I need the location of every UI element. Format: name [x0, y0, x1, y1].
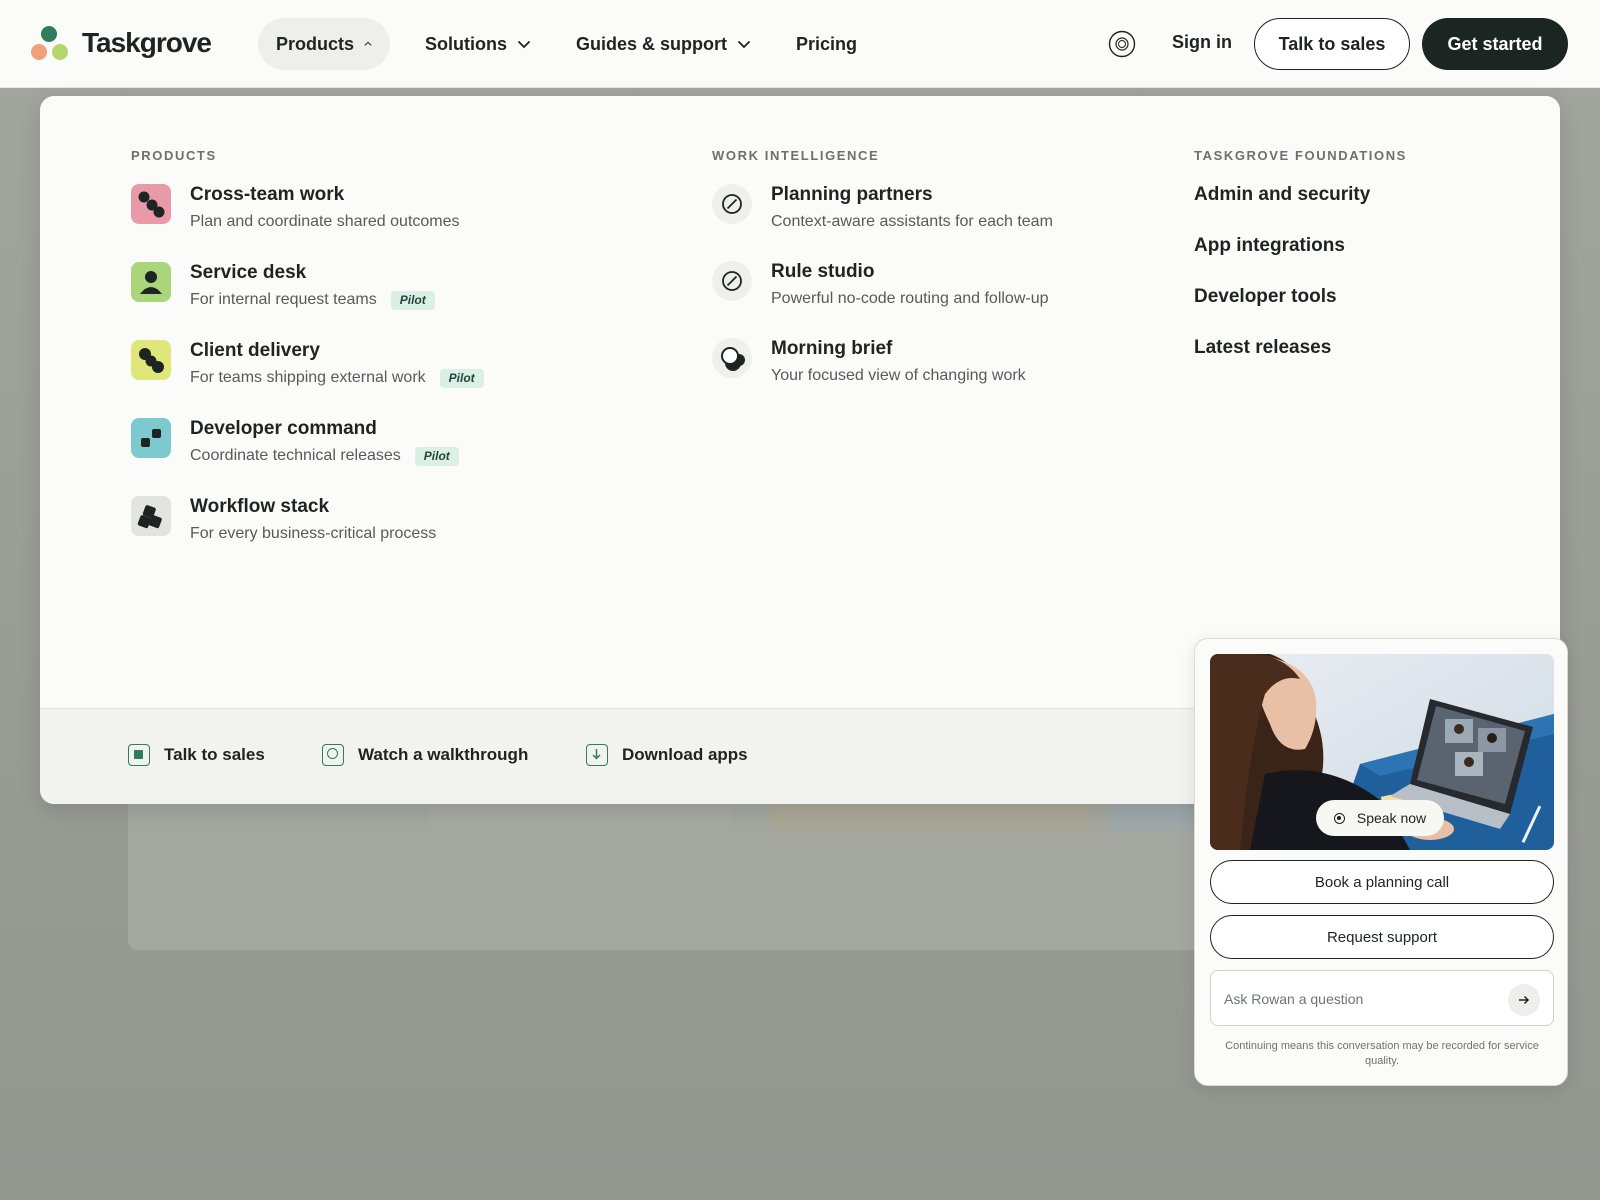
- chevron-down-icon: [738, 41, 750, 49]
- link-latest-releases[interactable]: Latest releases: [1194, 337, 1331, 359]
- product-title: Cross-team work: [190, 184, 345, 205]
- person-icon: [131, 262, 171, 302]
- ask-question-input[interactable]: [1224, 987, 1494, 1011]
- intel-desc: Context-aware assistants for each team: [771, 213, 1053, 230]
- recording-disclaimer: Continuing means this conversation may b…: [1225, 1040, 1539, 1067]
- nav-pricing[interactable]: Pricing: [778, 18, 875, 70]
- cross-team-icon: [131, 184, 171, 224]
- assistant-chat-widget: Speak now Book a planning call Request s…: [1194, 638, 1568, 1086]
- intel-title: Planning partners: [771, 184, 933, 205]
- arrow-right-icon: [1519, 995, 1530, 1005]
- get-started-button[interactable]: Get started: [1422, 18, 1568, 70]
- sign-in-link[interactable]: Sign in: [1172, 32, 1232, 53]
- intel-desc: Your focused view of changing work: [771, 367, 1026, 384]
- globe-icon[interactable]: [1108, 30, 1136, 58]
- intel-morning-brief[interactable]: Morning brief Your focused view of chang…: [712, 338, 1026, 386]
- footer-link-label: Talk to sales: [164, 745, 265, 764]
- nav-guides-label: Guides & support: [576, 33, 728, 54]
- intel-title: Rule studio: [771, 261, 875, 282]
- brand-logo[interactable]: Taskgrove: [30, 24, 212, 62]
- product-title: Service desk: [190, 262, 307, 283]
- product-workflow-stack[interactable]: Workflow stack For every business-critic…: [131, 496, 436, 544]
- stack-icon: [131, 496, 171, 536]
- nav-solutions-label: Solutions: [425, 33, 507, 54]
- footer-watch-walkthrough[interactable]: Watch a walkthrough: [322, 744, 528, 766]
- record-icon: [1333, 812, 1345, 824]
- speak-now-label: Speak now: [1356, 810, 1427, 826]
- footer-talk-to-sales[interactable]: Talk to sales: [128, 744, 265, 766]
- chat-input-box: [1210, 970, 1554, 1026]
- talk-to-sales-button[interactable]: Talk to sales: [1254, 18, 1410, 70]
- logo-mark-icon: [30, 24, 72, 62]
- link-admin-security[interactable]: Admin and security: [1194, 184, 1370, 206]
- product-desc: Plan and coordinate shared outcomes: [190, 213, 460, 230]
- footer-download-apps[interactable]: Download apps: [586, 744, 748, 766]
- book-planning-call-button[interactable]: Book a planning call: [1210, 860, 1554, 904]
- footer-link-label: Download apps: [622, 745, 748, 764]
- nav-solutions[interactable]: Solutions: [407, 18, 549, 70]
- request-support-button[interactable]: Request support: [1210, 915, 1554, 959]
- top-navigation: Taskgrove Products Solutions Guides & su…: [0, 0, 1600, 88]
- compass-icon: [712, 184, 752, 224]
- product-desc: Coordinate technical releases: [190, 447, 401, 464]
- product-client-delivery[interactable]: Client delivery For teams shipping exter…: [131, 340, 484, 388]
- developer-icon: [131, 418, 171, 458]
- product-desc: For teams shipping external work: [190, 369, 426, 386]
- nav-pricing-label: Pricing: [796, 33, 858, 54]
- product-service-desk[interactable]: Service desk For internal request teams P…: [131, 262, 435, 310]
- nav-products[interactable]: Products: [258, 18, 390, 70]
- intel-rule-studio[interactable]: Rule studio Powerful no-code routing and…: [712, 261, 1049, 309]
- intel-title: Morning brief: [771, 338, 893, 359]
- brief-icon: [712, 338, 752, 378]
- link-app-integrations[interactable]: App integrations: [1194, 235, 1345, 257]
- delivery-icon: [131, 340, 171, 380]
- video-icon: [322, 744, 344, 766]
- product-title: Developer command: [190, 418, 377, 439]
- link-developer-tools[interactable]: Developer tools: [1194, 286, 1337, 308]
- send-button[interactable]: [1508, 984, 1540, 1016]
- speak-now-button[interactable]: Speak now: [1316, 800, 1444, 836]
- foundations-heading: TASKGROVE FOUNDATIONS: [1194, 148, 1407, 163]
- footer-link-label: Watch a walkthrough: [358, 745, 529, 764]
- pilot-badge: Pilot: [414, 446, 459, 466]
- product-title: Client delivery: [190, 340, 320, 361]
- product-developer-command[interactable]: Developer command Coordinate technical r…: [131, 418, 459, 466]
- product-title: Workflow stack: [190, 496, 330, 517]
- products-heading: PRODUCTS: [131, 148, 217, 163]
- product-desc: For internal request teams: [190, 291, 377, 308]
- chevron-up-icon: [364, 41, 372, 46]
- video-call-image: Speak now: [1210, 654, 1554, 850]
- compass-icon: [712, 261, 752, 301]
- chevron-down-icon: [518, 41, 530, 49]
- intel-planning-partners[interactable]: Planning partners Context-aware assistan…: [712, 184, 1053, 232]
- pilot-badge: Pilot: [390, 290, 435, 310]
- product-desc: For every business-critical process: [190, 525, 437, 542]
- pilot-badge: Pilot: [439, 368, 484, 388]
- nav-guides-support[interactable]: Guides & support: [558, 18, 769, 70]
- nav-products-label: Products: [276, 33, 355, 54]
- brand-name: Taskgrove: [82, 27, 212, 58]
- product-cross-team-work[interactable]: Cross-team work Plan and coordinate shar…: [131, 184, 460, 232]
- work-intelligence-heading: WORK INTELLIGENCE: [712, 148, 880, 163]
- sales-icon: [128, 744, 150, 766]
- intel-desc: Powerful no-code routing and follow-up: [771, 290, 1049, 307]
- download-icon: [586, 744, 608, 766]
